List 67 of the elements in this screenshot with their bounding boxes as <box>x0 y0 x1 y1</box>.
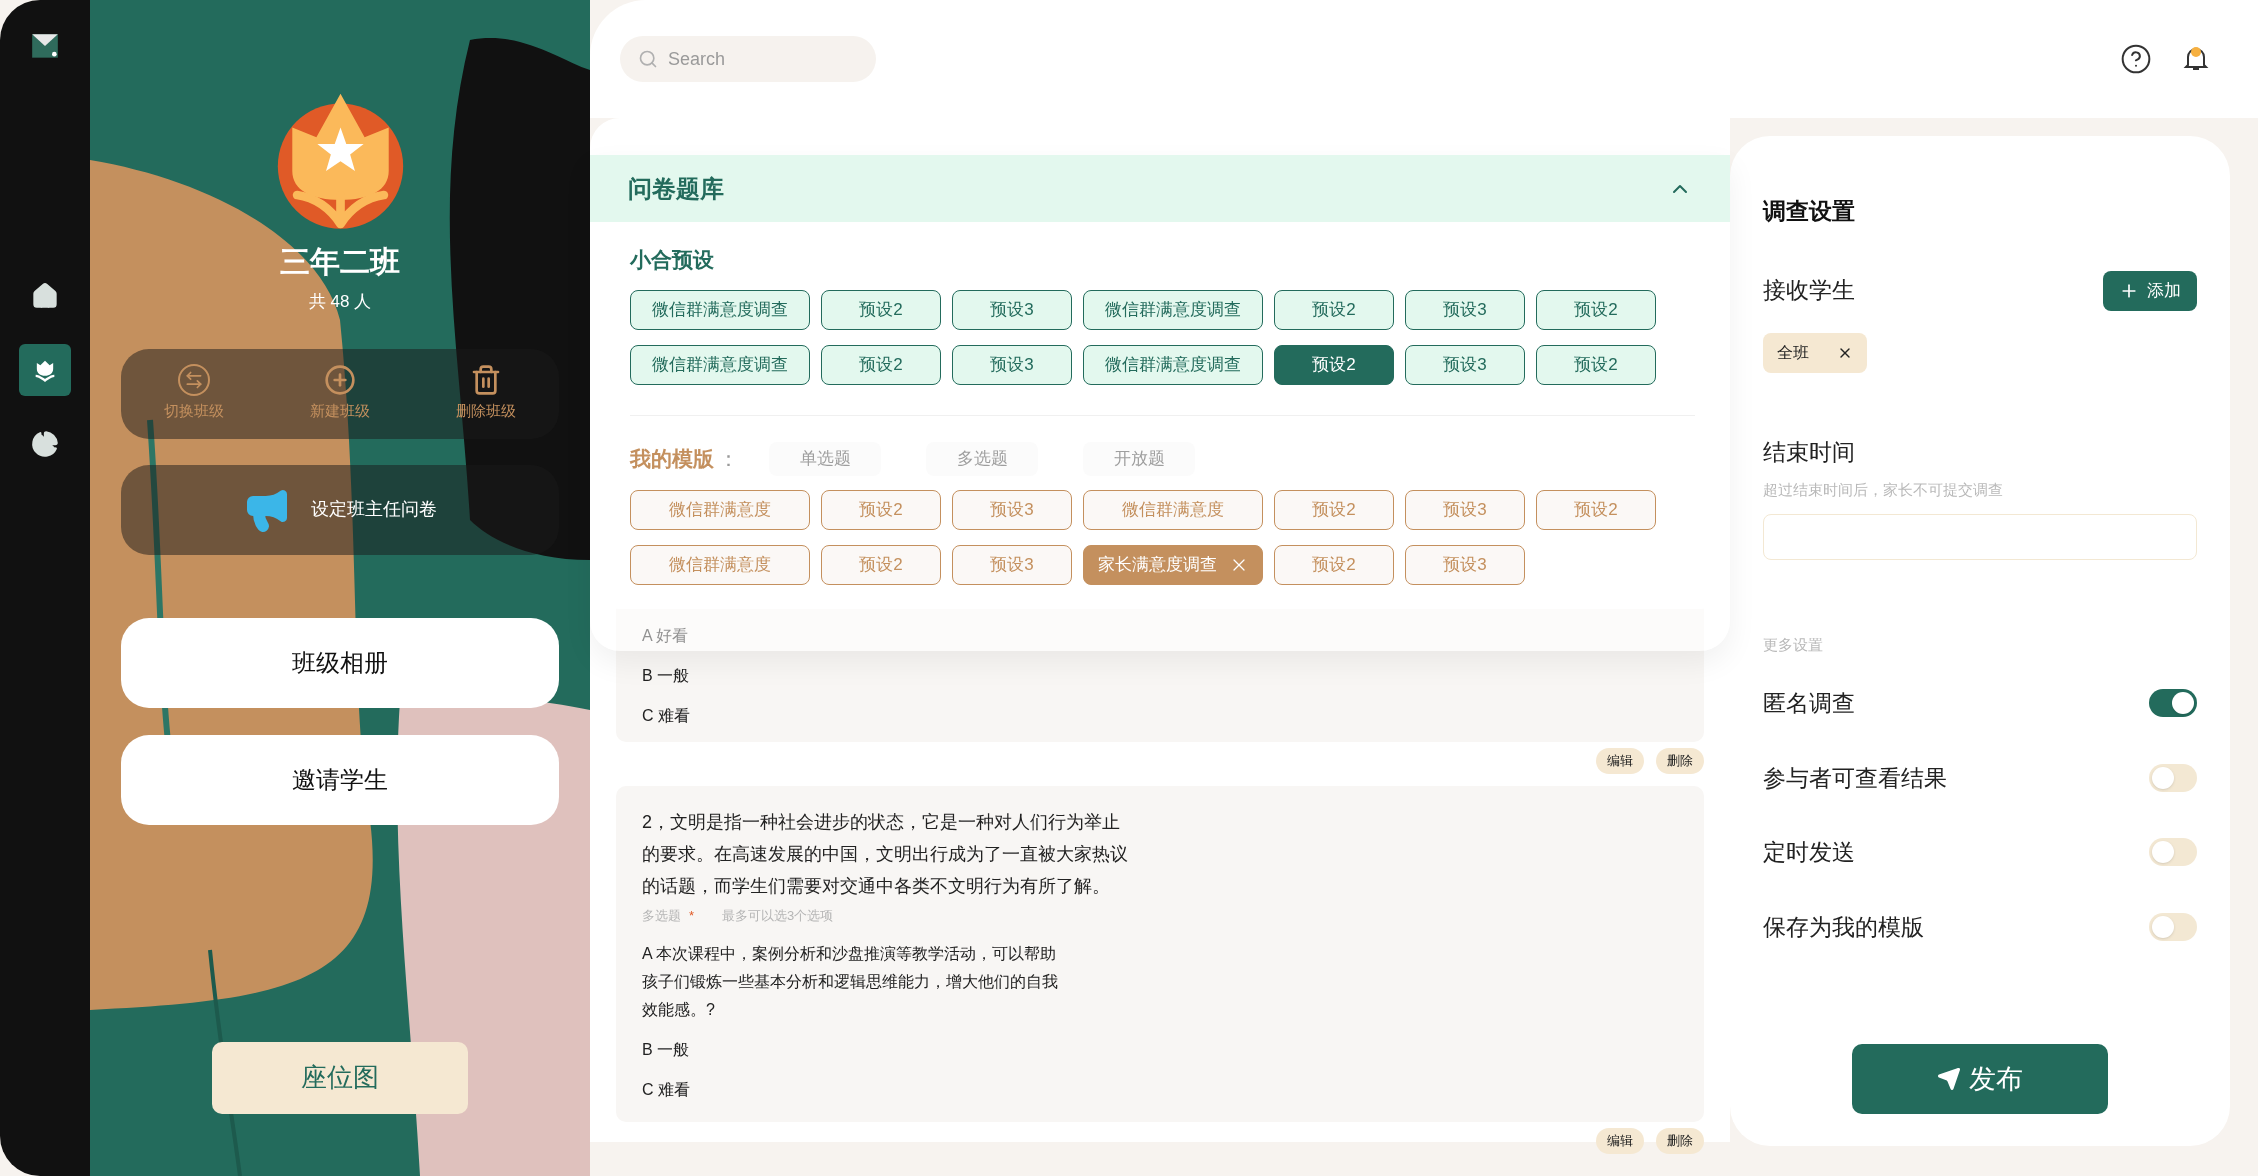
menu-button[interactable]: 邀请学生 <box>121 734 559 825</box>
answer-option: C 难看 <box>642 1075 1072 1104</box>
question-action-button[interactable]: 删除 <box>1656 1127 1704 1154</box>
recipient-tag: 全班 <box>1763 332 1867 373</box>
required-mark: * <box>689 907 695 925</box>
preset-chip[interactable]: 预设3 <box>1405 289 1525 330</box>
logo-icon <box>31 32 59 60</box>
preset-chip[interactable]: 预设2 <box>1274 289 1394 330</box>
help-icon[interactable] <box>2120 43 2152 75</box>
question-hint: 最多可以选3个选项 <box>722 907 834 925</box>
preset-chip[interactable]: 预设2 <box>1536 344 1656 385</box>
preset-chip[interactable]: 微信群满意度调查 <box>1083 344 1263 385</box>
preset-chip[interactable]: 预设2 <box>1536 289 1656 330</box>
class-action-button[interactable]: 删除班级 <box>426 364 546 423</box>
toggle-switch[interactable] <box>2149 838 2197 867</box>
field-label: 接收学生 <box>1763 276 1855 306</box>
section-title: 小合预设 <box>630 247 715 273</box>
answer-option: B 一般 <box>642 662 1678 690</box>
setting-label: 保存为我的模版 <box>1763 912 1924 942</box>
preset-chip[interactable]: 预设2 <box>821 344 941 385</box>
end-time-field[interactable] <box>1763 513 2197 560</box>
field-hint: 超过结束时间后，家长不可提交调查 <box>1763 480 2004 500</box>
answer-option: A 好看 <box>642 622 1678 650</box>
preset-chip[interactable]: 预设3 <box>952 289 1072 330</box>
answer-option: C 难看 <box>642 702 1678 730</box>
menu-button[interactable]: 班级相册 <box>121 617 559 708</box>
section-label: 更多设置 <box>1763 634 1824 655</box>
answer-option: B 一般 <box>642 1035 1072 1064</box>
setting-label: 匿名调查 <box>1763 689 1855 718</box>
trash-icon <box>470 364 502 397</box>
question-type: 多选题 <box>642 907 681 925</box>
pie-chart-icon <box>31 430 59 458</box>
class-action-button[interactable]: 新建班级 <box>280 364 400 423</box>
preset-chip[interactable]: 微信群满意度调查 <box>630 344 810 385</box>
search-icon <box>638 49 658 69</box>
preset-chip[interactable]: 微信群满意度调查 <box>630 289 810 330</box>
question-text: 2，文明是指一种社会进步的状态，它是一种对人们行为举止的要求。在高速发展的中国，文明出行成为了一直被大家热议的话题，而学生们需要对交通中各类不文明行为有所了解。 <box>642 811 1129 898</box>
preset-chip[interactable]: 微信群满意度调查 <box>1083 289 1263 330</box>
preset-chip[interactable]: 预设2 <box>821 289 941 330</box>
question-action-button[interactable]: 编辑 <box>1596 748 1644 774</box>
send-icon <box>1937 1067 1961 1091</box>
toggle-switch[interactable] <box>2149 689 2197 718</box>
add-button[interactable]: 添加 <box>2103 270 2197 311</box>
home-icon <box>31 282 59 310</box>
preset-chip[interactable]: 预设2 <box>1274 344 1394 385</box>
answer-option: A 本次课程中，案例分析和沙盘推演等教学活动，可以帮助孩子们锻炼一些基本分析和逻辑思维能力，增大他们的自我效能感。? <box>642 939 1072 1024</box>
field-label: 结束时间 <box>1763 437 1856 467</box>
title-separator: ： <box>718 445 739 472</box>
search-field[interactable]: Search <box>620 36 876 82</box>
switch-icon <box>178 364 210 397</box>
toggle-switch[interactable] <box>2149 912 2197 941</box>
settings-title: 调查设置 <box>1763 197 1856 226</box>
plus-circle-icon <box>324 364 356 397</box>
question-action-button[interactable]: 删除 <box>1656 748 1704 774</box>
setting-label: 定时发送 <box>1763 838 1855 867</box>
panel-title: 问卷题库 <box>628 173 724 204</box>
question-action-button[interactable]: 编辑 <box>1596 1127 1644 1154</box>
section-title: 我的模版 <box>630 445 714 472</box>
toggle-switch[interactable] <box>2149 763 2197 792</box>
preset-chip[interactable]: 预设3 <box>1405 344 1525 385</box>
preset-chip[interactable]: 预设3 <box>952 344 1072 385</box>
setting-label: 参与者可查看结果 <box>1763 763 1947 793</box>
class-name: 三年二班 <box>280 247 400 277</box>
nav-button[interactable] <box>19 344 71 396</box>
survey-button[interactable]: 设定班主任问卷 <box>121 464 559 555</box>
publish-button[interactable]: 发布 <box>1852 1044 2108 1114</box>
seat-map-button[interactable]: 座位图 <box>212 1041 468 1114</box>
